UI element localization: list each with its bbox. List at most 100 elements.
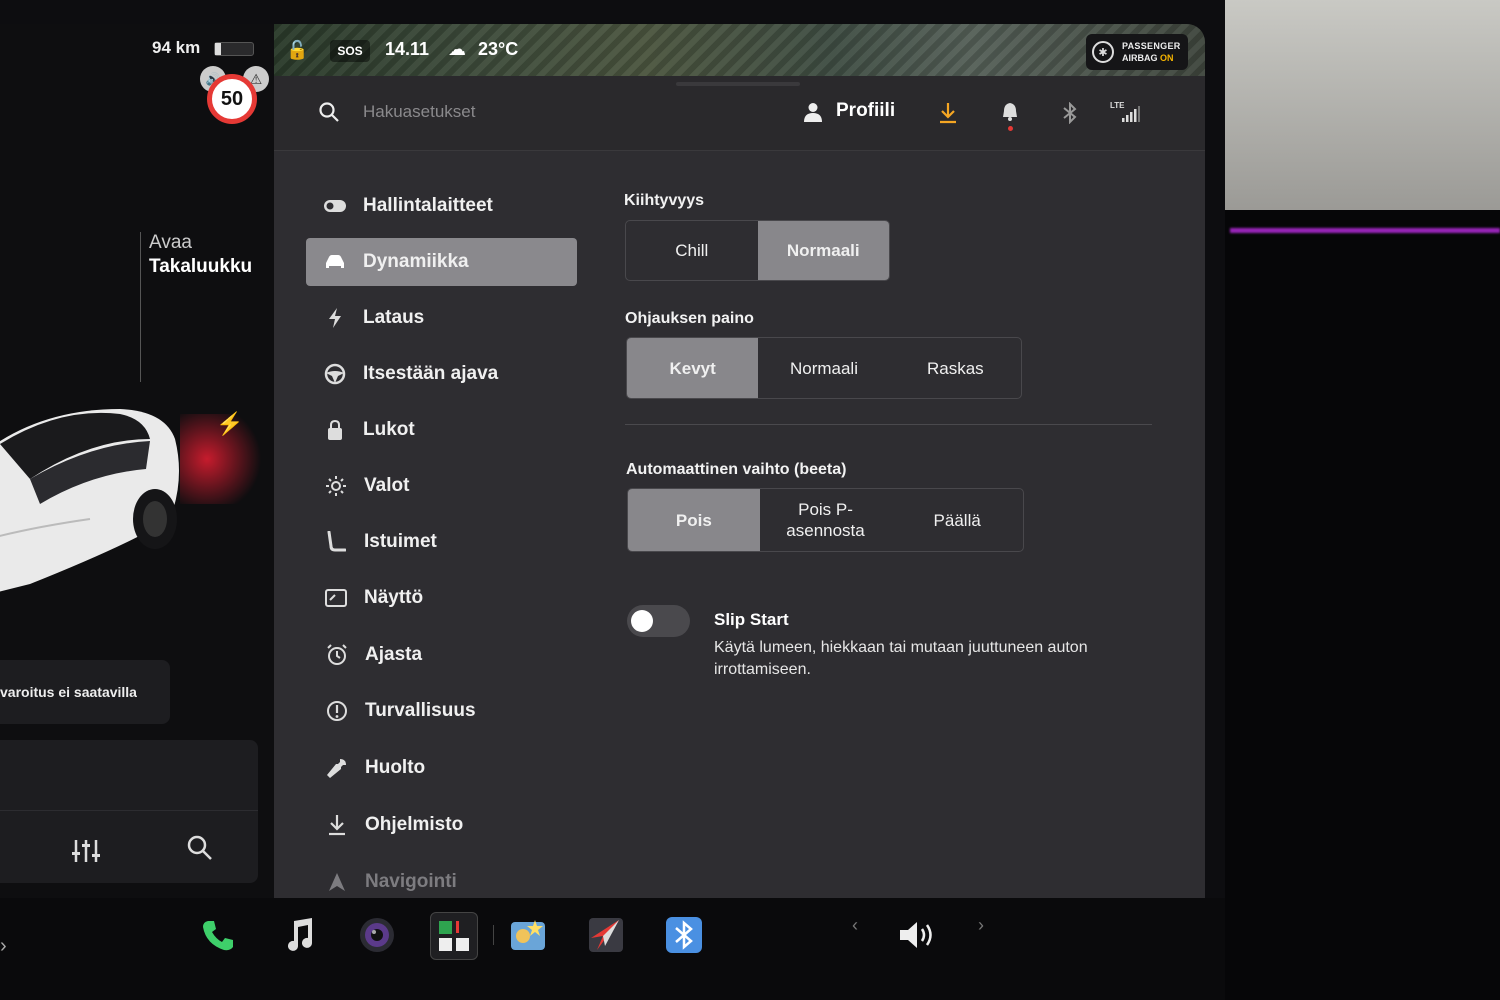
cellular-signal-icon[interactable]: [1122, 106, 1140, 127]
airbag-icon: ✱: [1092, 41, 1114, 63]
sidebar-item-valot[interactable]: Valot: [307, 462, 578, 510]
acceleration-title: Kiihtyvyys: [624, 192, 705, 209]
sidebar-item-label: Lataus: [363, 307, 425, 328]
background-environment-dark: [1225, 210, 1500, 1000]
sidebar-item-hallintalaitteet[interactable]: Hallintalaitteet: [306, 182, 577, 230]
steering-weight-option[interactable]: Normaali: [758, 338, 889, 398]
auto-shift-selector: Pois Pois P- asennosta Päällä: [627, 488, 1024, 552]
dock-separator: [493, 925, 494, 945]
airbag-state: ON: [1160, 53, 1174, 63]
volume-up-arrow-icon[interactable]: ›: [978, 915, 984, 936]
bolt-icon: [324, 307, 346, 329]
sidebar-item-dynamiikka[interactable]: Dynamiikka: [306, 238, 577, 286]
notification-bell-icon[interactable]: [1001, 102, 1019, 127]
steering-wheel-icon: [324, 363, 346, 385]
toggle-knob: [631, 610, 653, 632]
unlocked-icon[interactable]: 🔓: [286, 40, 308, 61]
outside-temperature: 23°C: [478, 39, 519, 59]
sidebar-item-label: Turvallisuus: [365, 700, 476, 721]
sidebar-item-label: Ajasta: [365, 644, 423, 665]
sidebar-item-turvallisuus[interactable]: Turvallisuus: [308, 687, 579, 735]
airbag-label-line1: PASSENGER: [1122, 41, 1181, 51]
battery-level-fill: [215, 43, 221, 55]
phone-icon[interactable]: [195, 912, 241, 958]
sidebar-item-istuimet[interactable]: Istuimet: [307, 518, 578, 566]
steering-weight-option[interactable]: Kevyt: [627, 338, 759, 398]
profile-button[interactable]: Profiili: [836, 100, 895, 122]
auto-shift-option[interactable]: Pois: [628, 489, 760, 551]
sidebar-item-lukot[interactable]: Lukot: [306, 406, 577, 454]
acceleration-option[interactable]: Chill: [626, 221, 758, 280]
wrench-icon: [326, 757, 348, 779]
passenger-airbag-indicator: ✱ PASSENGER AIRBAG ON: [1086, 34, 1188, 70]
toggle-icon: [324, 195, 346, 217]
media-player-card: [0, 740, 258, 883]
acceleration-selector: Chill Normaali: [625, 220, 890, 281]
volume-icon[interactable]: [895, 912, 941, 958]
sun-icon: [325, 475, 347, 497]
auto-shift-option[interactable]: Pois P- asennosta: [760, 489, 892, 551]
camera-icon[interactable]: [354, 912, 400, 958]
sidebar-item-label: Huolto: [365, 757, 426, 778]
profile-icon[interactable]: [804, 102, 822, 127]
warning-message: varoitus ei saatavilla: [0, 684, 137, 700]
steering-weight-option[interactable]: Raskas: [890, 338, 1021, 398]
weather-cloud-icon: ☁: [448, 39, 466, 59]
settings-search-input[interactable]: [361, 98, 665, 126]
speed-limit-sign: 50: [207, 74, 257, 124]
bluetooth-app-icon[interactable]: [661, 912, 707, 958]
trunk-label[interactable]: Takaluukku: [149, 256, 252, 278]
sidebar-item-label: Lukot: [363, 419, 415, 440]
sidebar-item-label: Hallintalaitteet: [363, 195, 493, 216]
sidebar-item-ajasta[interactable]: Ajasta: [308, 631, 579, 679]
toybox-calendar-icon[interactable]: [430, 912, 478, 960]
sidebar-item-label: Navigointi: [365, 871, 457, 892]
range-readout: 94 km: [152, 38, 201, 57]
slip-start-toggle[interactable]: [627, 605, 690, 637]
sidebar-item-huolto[interactable]: Huolto: [308, 744, 579, 792]
acceleration-option[interactable]: Normaali: [757, 221, 889, 280]
dock-left-edge-icon[interactable]: ›: [0, 935, 7, 958]
alarm-clock-icon: [326, 644, 348, 666]
bluetooth-icon[interactable]: [1062, 101, 1078, 129]
sidebar-item-label: Istuimet: [364, 531, 437, 552]
auto-shift-title: Automaattinen vaihto (beeta): [626, 461, 847, 478]
battery-icon: [214, 42, 254, 56]
steering-weight-selector: Kevyt Normaali Raskas: [626, 337, 1022, 399]
equalizer-icon[interactable]: [72, 838, 100, 871]
auto-shift-option[interactable]: Päällä: [891, 489, 1023, 551]
sidebar-item-ohjelmisto[interactable]: Ohjelmisto: [308, 801, 579, 849]
sos-button[interactable]: SOS: [330, 40, 370, 62]
sidebar-item-itsestään-ajava[interactable]: Itsestään ajava: [306, 350, 577, 398]
music-icon[interactable]: [276, 912, 322, 958]
car-panel: 94 km 🔊 ⚠ 50 Avaa Takaluukku ⚡ varoitus …: [0, 24, 274, 898]
sidebar-item-label: Valot: [364, 475, 410, 496]
download-icon: [326, 814, 348, 836]
sidebar-item-label: Näyttö: [364, 587, 424, 608]
trunk-indicator-line: [140, 232, 141, 382]
media-search-icon[interactable]: [186, 834, 214, 867]
sidebar-item-näyttö[interactable]: Näyttö: [307, 574, 578, 622]
background-environment: [1225, 0, 1500, 210]
slip-start-title: Slip Start: [714, 610, 789, 629]
search-icon[interactable]: [318, 101, 340, 128]
sidebar-item-label: Ohjelmisto: [365, 814, 464, 835]
section-divider: [625, 424, 1152, 425]
software-update-download-icon[interactable]: [938, 102, 958, 129]
trunk-open-label[interactable]: Avaa: [149, 232, 192, 254]
notification-badge: [1008, 126, 1013, 131]
car-icon: [324, 251, 346, 273]
display-icon: [325, 587, 347, 609]
drag-handle[interactable]: [676, 82, 800, 86]
sidebar-item-lataus[interactable]: Lataus: [306, 294, 577, 342]
slip-start-description: Käytä lumeen, hiekkaan tai mutaan juuttu…: [714, 639, 1088, 678]
steering-weight-title: Ohjauksen paino: [625, 310, 754, 327]
touchscreen: 94 km 🔊 ⚠ 50 Avaa Takaluukku ⚡ varoitus …: [0, 24, 1205, 898]
volume-down-arrow-icon[interactable]: ‹: [852, 915, 858, 936]
ambient-light-strip: [1230, 228, 1500, 233]
charging-bolt-icon[interactable]: ⚡: [216, 411, 243, 437]
sidebar-item-label: Itsestään ajava: [363, 363, 499, 384]
arcade-icon[interactable]: [505, 912, 551, 958]
seat-icon: [325, 531, 347, 553]
navigation-app-icon[interactable]: [583, 912, 629, 958]
